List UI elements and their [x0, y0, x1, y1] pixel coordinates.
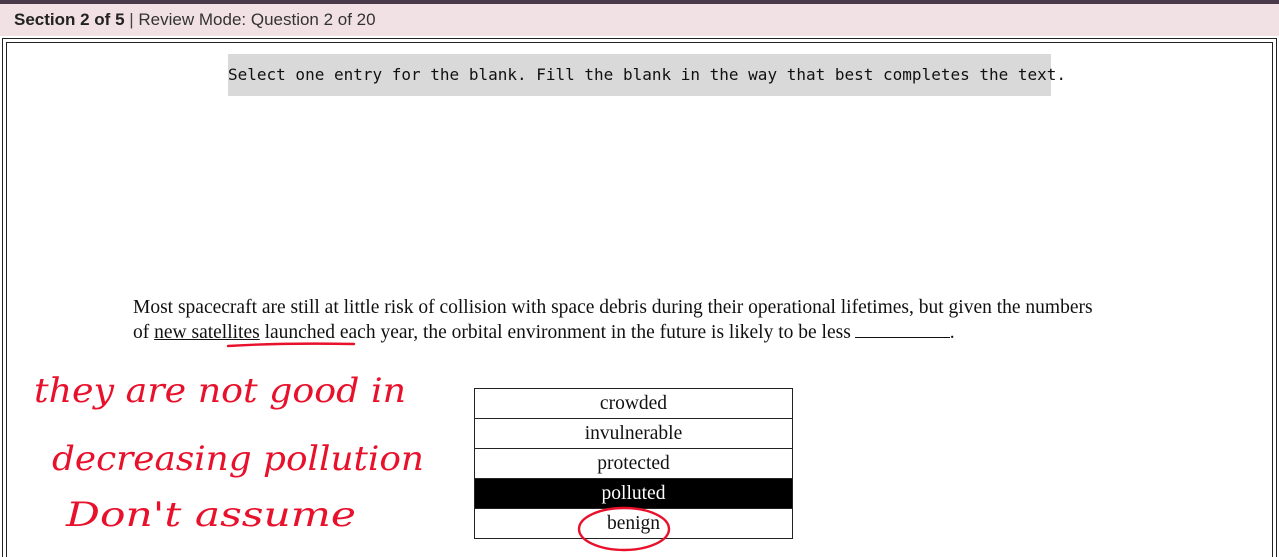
- passage-text-2: launched each year, the orbital environm…: [259, 322, 851, 343]
- passage-end-period: .: [949, 322, 955, 343]
- review-mode-label: Review Mode: Question 2 of 20: [138, 10, 376, 29]
- question-instruction: Select one entry for the blank. Fill the…: [228, 54, 1066, 96]
- header-separator: |: [124, 10, 139, 29]
- section-label: Section 2 of 5: [14, 10, 125, 29]
- choice-benign[interactable]: benign: [475, 509, 792, 539]
- passage-underlined-phrase: new satellites: [154, 322, 260, 343]
- choice-crowded[interactable]: crowded: [475, 389, 792, 419]
- choice-polluted[interactable]: polluted: [475, 479, 792, 509]
- answer-blank: [854, 321, 950, 338]
- question-passage: Most spacecraft are still at little risk…: [133, 295, 1113, 345]
- answer-choices: crowded invulnerable protected polluted …: [474, 388, 793, 539]
- choice-invulnerable[interactable]: invulnerable: [475, 419, 792, 449]
- choice-protected[interactable]: protected: [475, 449, 792, 479]
- section-header: Section 2 of 5 | Review Mode: Question 2…: [0, 4, 1279, 36]
